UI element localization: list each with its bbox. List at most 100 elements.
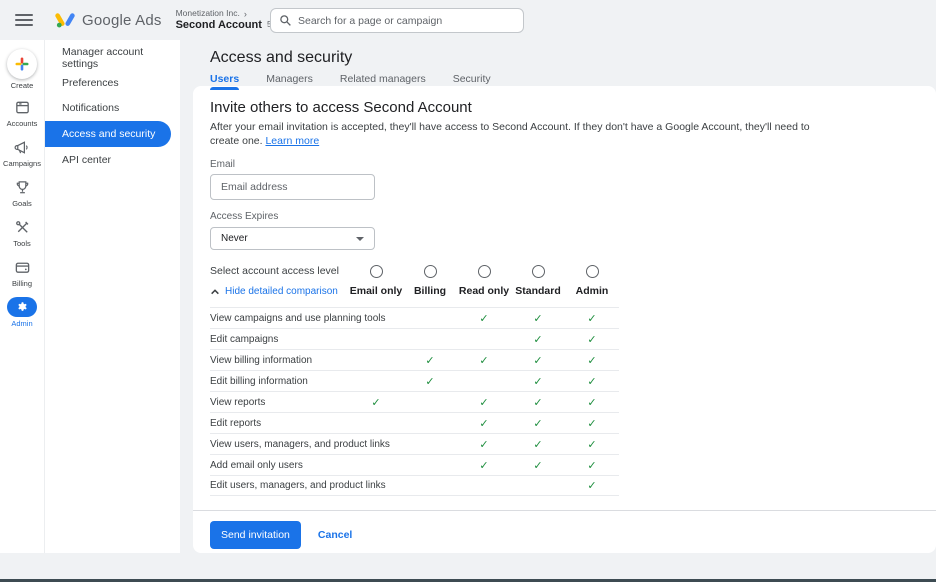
sidebar-item-label: API center (62, 154, 111, 166)
rail-item[interactable]: Goals (0, 177, 45, 208)
invite-description: After your email invitation is accepted,… (210, 120, 810, 148)
access-level-options: Email only Billing Read only (349, 265, 619, 297)
rail-item[interactable]: Billing (0, 257, 45, 288)
access-expires-value: Never (221, 233, 248, 244)
check-icon: ✓ (457, 312, 511, 325)
access-level-name: Admin (576, 285, 609, 297)
wallet-icon (12, 257, 32, 277)
check-icon: ✓ (565, 333, 619, 346)
access-level-radio[interactable] (532, 265, 545, 278)
sidebar-item[interactable]: Manager account settings (45, 46, 180, 70)
search-icon (279, 14, 292, 27)
send-invitation-button[interactable]: Send invitation (210, 521, 301, 549)
check-icon: ✓ (565, 438, 619, 451)
tab[interactable]: Users (210, 73, 239, 90)
google-ads-logo[interactable]: Google Ads (55, 11, 162, 29)
rail-item[interactable]: Accounts (0, 97, 45, 128)
tab[interactable]: Related managers (340, 73, 426, 90)
access-level-radio[interactable] (478, 265, 491, 278)
top-app-bar: Google Ads Monetization Inc. › Second Ac… (0, 0, 936, 40)
nav-rail: Create Accounts Campaigns Goals Tools (0, 40, 45, 553)
access-level-radio[interactable] (370, 265, 383, 278)
rail-item-label: Billing (12, 279, 32, 288)
check-icon: ✓ (511, 375, 565, 388)
rail-item-label: Tools (13, 239, 31, 248)
permission-feature: View campaigns and use planning tools (210, 313, 349, 324)
email-label: Email (210, 159, 936, 170)
access-level-radio[interactable] (586, 265, 599, 278)
permission-feature: Edit billing information (210, 376, 349, 387)
empty-cell (403, 438, 457, 451)
rail-item[interactable]: Admin (0, 297, 45, 328)
empty-cell (457, 479, 511, 492)
tab[interactable]: Managers (266, 73, 313, 90)
check-icon: ✓ (565, 396, 619, 409)
search-input[interactable] (298, 15, 515, 27)
check-icon: ✓ (565, 417, 619, 430)
search-bar[interactable] (270, 8, 524, 33)
permission-row: View campaigns and use planning tools ✓✓… (210, 307, 619, 328)
sidebar-item[interactable]: API center (45, 148, 180, 172)
empty-cell (403, 479, 457, 492)
check-icon: ✓ (457, 354, 511, 367)
check-icon: ✓ (565, 354, 619, 367)
rail-item-label: Campaigns (3, 159, 41, 168)
rail-item[interactable]: Create (0, 49, 45, 90)
empty-cell (403, 459, 457, 472)
access-level-option[interactable]: Read only (457, 265, 511, 297)
empty-cell (349, 438, 403, 451)
learn-more-link[interactable]: Learn more (265, 135, 319, 147)
gear-icon (7, 297, 37, 317)
trophy-icon (12, 177, 32, 197)
permission-feature: Edit reports (210, 418, 349, 429)
sidebar-item-label: Access and security (62, 128, 155, 140)
permission-feature: Edit campaigns (210, 334, 349, 345)
empty-cell (349, 312, 403, 325)
check-icon: ✓ (565, 375, 619, 388)
check-icon: ✓ (565, 479, 619, 492)
sidebar-item-label: Manager account settings (62, 46, 180, 70)
form-actions: Send invitation Cancel (210, 521, 936, 549)
access-level-option[interactable]: Admin (565, 265, 619, 297)
settings-sidebar: Manager account settings Preferences Not… (45, 40, 180, 553)
check-icon: ✓ (565, 312, 619, 325)
rail-item[interactable]: Campaigns (0, 137, 45, 168)
empty-cell (403, 417, 457, 430)
page-title: Access and security (210, 40, 936, 67)
check-icon: ✓ (349, 396, 403, 409)
access-level-name: Email only (350, 285, 403, 297)
access-level-name: Billing (414, 285, 446, 297)
access-level-label: Select account access level (210, 265, 349, 277)
access-level-option[interactable]: Billing (403, 265, 457, 297)
check-icon: ✓ (511, 417, 565, 430)
empty-cell (457, 375, 511, 388)
check-icon: ✓ (457, 438, 511, 451)
sidebar-item[interactable]: Preferences (45, 71, 180, 95)
access-expires-select[interactable]: Never (210, 227, 375, 250)
access-level-option[interactable]: Email only (349, 265, 403, 297)
empty-cell (349, 479, 403, 492)
main-menu-icon[interactable] (15, 14, 33, 26)
check-icon: ✓ (565, 459, 619, 472)
email-field[interactable] (210, 174, 375, 200)
sidebar-item[interactable]: Access and security (45, 121, 171, 147)
empty-cell (349, 354, 403, 367)
tab[interactable]: Security (453, 73, 491, 90)
sidebar-item-label: Preferences (62, 77, 119, 89)
access-level-option[interactable]: Standard (511, 265, 565, 297)
rail-item[interactable]: Tools (0, 217, 45, 248)
check-icon: ✓ (511, 459, 565, 472)
breadcrumb-chevron-icon: › (244, 9, 247, 19)
check-icon: ✓ (457, 396, 511, 409)
select-dropdown-icon (356, 237, 364, 241)
check-icon: ✓ (511, 333, 565, 346)
hide-comparison-link[interactable]: Hide detailed comparison (210, 286, 349, 297)
permission-feature: View users, managers, and product links (210, 439, 349, 450)
sidebar-item[interactable]: Notifications (45, 96, 180, 120)
check-icon: ✓ (511, 396, 565, 409)
rail-item-label: Goals (12, 199, 32, 208)
check-icon: ✓ (511, 312, 565, 325)
access-level-radio[interactable] (424, 265, 437, 278)
cancel-button[interactable]: Cancel (318, 529, 352, 541)
chevron-up-icon (210, 287, 220, 297)
